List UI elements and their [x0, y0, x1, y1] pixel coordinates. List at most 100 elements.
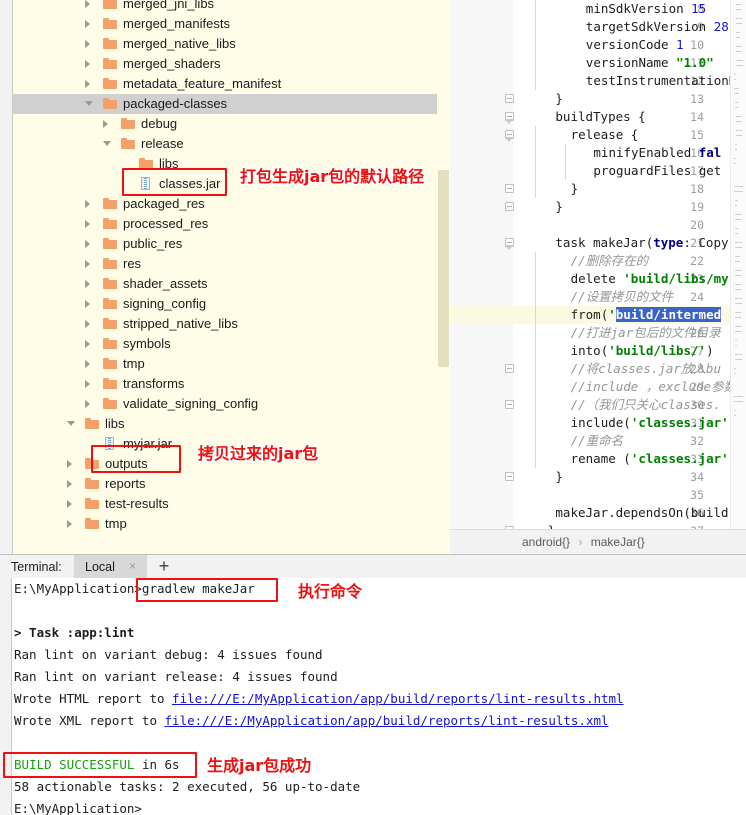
fold-end-icon[interactable]	[505, 360, 516, 378]
add-terminal-icon[interactable]: +	[153, 555, 175, 579]
chevron-right-icon[interactable]	[85, 240, 90, 248]
tree-item-public-res[interactable]: public_res	[13, 234, 450, 254]
tree-item-merged-shaders[interactable]: merged_shaders	[13, 54, 450, 74]
chevron-right-icon[interactable]	[85, 20, 90, 28]
terminal-text: in 6s	[134, 757, 180, 772]
fold-expanded-icon[interactable]	[505, 234, 516, 252]
line-number[interactable]: 15	[678, 126, 704, 144]
breadcrumb-parent[interactable]: android{}	[522, 535, 570, 549]
minimap-line	[735, 298, 743, 299]
indent-guide	[535, 180, 536, 198]
terminal-tab-local[interactable]: Local ×	[74, 555, 147, 579]
tree-item-validate-signing-config[interactable]: validate_signing_config	[13, 394, 450, 414]
minimap-line	[735, 144, 738, 145]
chevron-right-icon[interactable]	[85, 300, 90, 308]
chevron-right-icon[interactable]	[67, 500, 72, 508]
tree-item-signing-config[interactable]: signing_config	[13, 294, 450, 314]
chevron-right-icon[interactable]	[85, 40, 90, 48]
fold-expanded-icon[interactable]	[505, 126, 516, 144]
tree-item-test-results[interactable]: test-results	[13, 494, 450, 514]
tree-item-processed-res[interactable]: processed_res	[13, 214, 450, 234]
tree-item-label: tmp	[105, 516, 127, 531]
chevron-down-icon[interactable]	[103, 141, 111, 146]
chevron-right-icon[interactable]	[85, 320, 90, 328]
indent-guide	[535, 0, 536, 18]
fold-end-icon[interactable]	[505, 90, 516, 108]
tree-item-merged-native-libs[interactable]: merged_native_libs	[13, 34, 450, 54]
line-number[interactable]: 19	[678, 198, 704, 216]
code-editor-panel[interactable]: 8 minSdkVersion 15 9 targetSdkVersion 28 10 v…	[450, 0, 746, 554]
tree-item-symbols[interactable]: symbols	[13, 334, 450, 354]
editor-minimap[interactable]	[730, 0, 746, 529]
tree-item-release[interactable]: release	[13, 134, 450, 154]
tree-item-label: classes.jar	[159, 176, 221, 191]
tree-item-label: debug	[141, 116, 178, 131]
chevron-right-icon[interactable]	[85, 220, 90, 228]
chevron-right-icon[interactable]	[85, 200, 90, 208]
fold-end-icon[interactable]	[505, 198, 516, 216]
tree-scrollbar-thumb[interactable]	[438, 170, 449, 367]
tree-item-tmp[interactable]: tmp	[13, 514, 450, 534]
chevron-right-icon[interactable]	[85, 0, 90, 8]
tree-item-tmp[interactable]: tmp	[13, 354, 450, 374]
terminal-link[interactable]: file:///E:/MyApplication/app/build/repor…	[165, 713, 609, 728]
tree-item-merged-manifests[interactable]: merged_manifests	[13, 14, 450, 34]
chevron-right-icon[interactable]	[67, 480, 72, 488]
breadcrumb-current[interactable]: makeJar{}	[591, 535, 645, 549]
chevron-right-icon[interactable]	[85, 80, 90, 88]
tree-item-metadata-feature-manifest[interactable]: metadata_feature_manifest	[13, 74, 450, 94]
chevron-right-icon[interactable]	[67, 460, 72, 468]
chevron-right-icon[interactable]	[85, 360, 90, 368]
chevron-right-icon[interactable]	[103, 120, 108, 128]
chevron-right-icon[interactable]	[85, 60, 90, 68]
line-number[interactable]: 14	[678, 108, 704, 126]
project-tree-panel[interactable]: merged_jni_libs merged_manifests merged_na…	[13, 0, 450, 554]
editor-gutter[interactable]	[450, 0, 513, 529]
line-number[interactable]: 34	[678, 468, 704, 486]
chevron-right-icon[interactable]	[85, 340, 90, 348]
terminal-link[interactable]: file:///E:/MyApplication/app/build/repor…	[172, 691, 624, 706]
tree-item-stripped-native-libs[interactable]: stripped_native_libs	[13, 314, 450, 334]
minimap-line	[734, 401, 743, 402]
indent-guide	[535, 144, 536, 162]
terminal-text: Ran lint on variant debug: 4 issues foun…	[14, 647, 323, 662]
folder-icon	[103, 358, 117, 369]
chevron-down-icon[interactable]	[67, 421, 75, 426]
chevron-right-icon[interactable]	[85, 260, 90, 268]
terminal-output-panel[interactable]: E:\MyApplication>gradlew makeJar > Task :…	[0, 578, 746, 815]
left-clipped-panel[interactable]	[0, 0, 13, 554]
tree-item-packaged-classes[interactable]: packaged-classes	[13, 94, 450, 114]
fold-expanded-icon[interactable]	[505, 108, 516, 126]
terminal-text: Wrote XML report to	[14, 713, 165, 728]
code-token: 'build/libs/my	[623, 271, 729, 286]
code-token: }	[555, 199, 563, 214]
chevron-right-icon[interactable]	[67, 520, 72, 528]
chevron-right-icon[interactable]	[85, 280, 90, 288]
tree-item-debug[interactable]: debug	[13, 114, 450, 134]
line-number[interactable]: 24	[678, 288, 704, 306]
fold-end-icon[interactable]	[505, 468, 516, 486]
terminal-text: E:\MyApplication>	[14, 801, 142, 815]
indent-guide	[535, 252, 536, 270]
tree-scrollbar-track[interactable]	[437, 0, 450, 554]
tree-item-libs[interactable]: libs	[13, 414, 450, 434]
chevron-right-icon[interactable]	[85, 380, 90, 388]
line-number[interactable]: 13	[678, 90, 704, 108]
tree-item-reports[interactable]: reports	[13, 474, 450, 494]
chevron-right-icon[interactable]	[85, 400, 90, 408]
tree-item-shader-assets[interactable]: shader_assets	[13, 274, 450, 294]
line-number[interactable]: 32	[678, 432, 704, 450]
line-number[interactable]: 22	[678, 252, 704, 270]
chevron-down-icon[interactable]	[85, 101, 93, 106]
tree-item-merged-jni-libs[interactable]: merged_jni_libs	[13, 0, 450, 14]
editor-breadcrumb[interactable]: android{} › makeJar{}	[450, 529, 746, 554]
line-number[interactable]: 18	[678, 180, 704, 198]
line-number[interactable]: 20	[678, 216, 704, 234]
close-icon[interactable]: ×	[127, 560, 138, 573]
fold-end-icon[interactable]	[505, 180, 516, 198]
line-number[interactable]: 35	[678, 486, 704, 504]
fold-end-icon[interactable]	[505, 396, 516, 414]
tree-item-res[interactable]: res	[13, 254, 450, 274]
tree-item-packaged-res[interactable]: packaged_res	[13, 194, 450, 214]
tree-item-transforms[interactable]: transforms	[13, 374, 450, 394]
